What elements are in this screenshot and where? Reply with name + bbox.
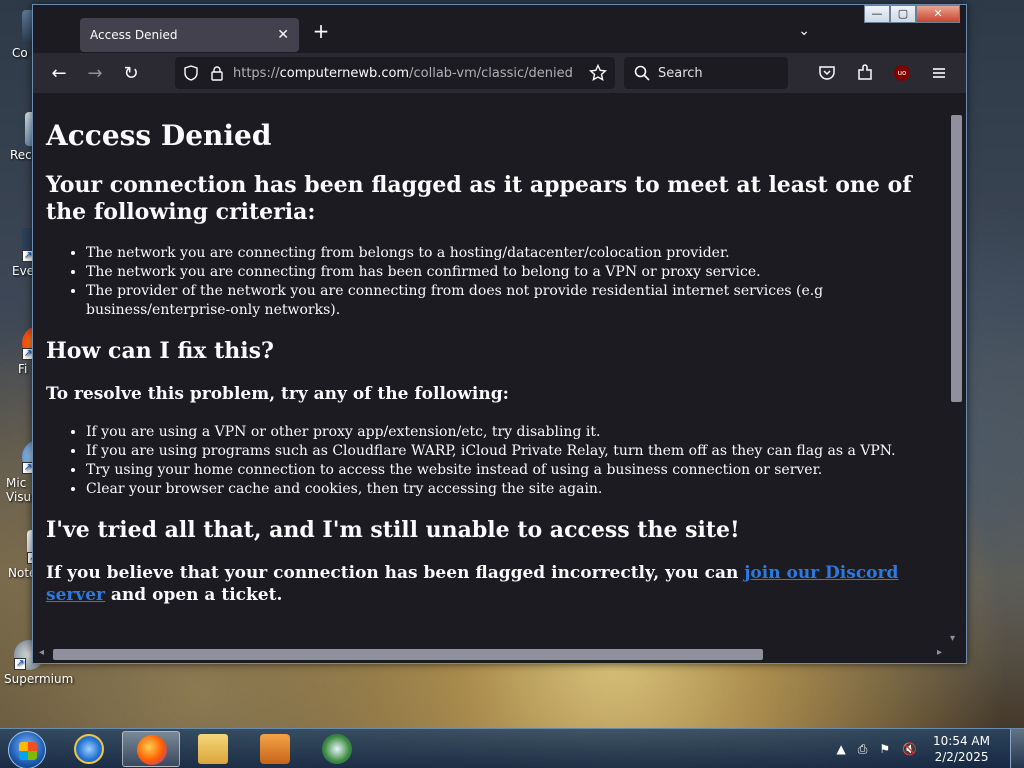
ticket-text-after: and open a ticket. xyxy=(105,585,283,605)
action-center-flag-icon[interactable]: ⚑ xyxy=(879,742,890,756)
lock-icon[interactable] xyxy=(209,65,225,81)
fixes-list: If you are using a VPN or other proxy ap… xyxy=(86,423,934,499)
list-item: Clear your browser cache and cookies, th… xyxy=(86,480,934,499)
search-placeholder: Search xyxy=(658,65,703,81)
media-player-icon xyxy=(260,734,290,764)
clock-date: 2/2/2025 xyxy=(934,750,989,764)
resolve-subheading: To resolve this problem, try any of the … xyxy=(46,384,509,404)
list-item: If you are using a VPN or other proxy ap… xyxy=(86,423,934,442)
globe-icon xyxy=(322,734,352,764)
criteria-list: The network you are connecting from belo… xyxy=(86,244,934,320)
list-item: The network you are connecting from belo… xyxy=(86,244,934,263)
ticket-paragraph: If you believe that your connection has … xyxy=(46,562,934,606)
url-bar[interactable]: https://computernewb.com/collab-vm/class… xyxy=(175,57,615,89)
start-button[interactable] xyxy=(8,731,46,768)
pocket-icon[interactable] xyxy=(818,64,836,82)
windows-logo-icon xyxy=(19,742,37,760)
vertical-scrollbar[interactable]: ▾ xyxy=(946,93,966,646)
taskbar: ▲ ⎙ ⚑ 🔇 10:54 AM 2/2/2025 xyxy=(0,728,1024,768)
tab-close-icon[interactable]: ✕ xyxy=(277,27,289,43)
volume-muted-icon[interactable]: 🔇 xyxy=(902,742,917,756)
clock-time: 10:54 AM xyxy=(933,734,990,748)
browser-window: — ▢ ✕ Access Denied ✕ + ⌄ ← → ↻ https://… xyxy=(32,4,967,664)
taskbar-internet-explorer[interactable] xyxy=(60,731,118,767)
url-host: computernewb.com xyxy=(279,65,410,81)
scroll-left-arrow-icon[interactable]: ◂ xyxy=(39,647,44,658)
show-hidden-icons-icon[interactable]: ▲ xyxy=(836,742,845,756)
taskbar-media-player[interactable] xyxy=(246,731,304,767)
network-icon[interactable]: ⎙ xyxy=(858,742,868,757)
tab-title: Access Denied xyxy=(90,28,178,42)
bookmark-star-icon[interactable] xyxy=(589,64,607,82)
folder-icon xyxy=(198,734,228,764)
horizontal-scrollbar[interactable]: ◂ ▸ xyxy=(36,645,946,663)
new-tab-button[interactable]: + xyxy=(311,19,331,43)
horizontal-scroll-thumb[interactable] xyxy=(53,649,763,660)
list-item: The provider of the network you are conn… xyxy=(86,282,934,320)
system-tray: ▲ ⎙ ⚑ 🔇 10:54 AM 2/2/2025 xyxy=(830,729,990,768)
taskbar-firefox[interactable] xyxy=(122,731,180,767)
page-title: Access Denied xyxy=(46,119,272,152)
scroll-down-arrow-icon[interactable]: ▾ xyxy=(950,633,955,644)
search-box[interactable]: Search xyxy=(624,57,788,89)
url-prefix: https:// xyxy=(233,65,280,81)
maximize-button[interactable]: ▢ xyxy=(890,5,916,23)
list-item: If you are using programs such as Cloudf… xyxy=(86,442,934,461)
url-path: /collab-vm/classic/denied.htm xyxy=(409,65,573,81)
ublock-origin-icon[interactable]: uo xyxy=(894,65,910,81)
back-arrow-icon[interactable]: ← xyxy=(41,63,77,84)
window-controls: — ▢ ✕ xyxy=(864,5,960,23)
shield-icon[interactable] xyxy=(183,65,199,81)
show-desktop-button[interactable] xyxy=(1010,729,1024,768)
reload-icon[interactable]: ↻ xyxy=(113,63,149,84)
close-window-button[interactable]: ✕ xyxy=(916,5,960,23)
extensions-icon[interactable] xyxy=(856,64,874,82)
title-bar[interactable]: — ▢ ✕ Access Denied ✕ + ⌄ xyxy=(33,5,966,53)
taskbar-network-app[interactable] xyxy=(308,731,366,767)
fix-heading: How can I fix this? xyxy=(46,338,274,364)
navigation-toolbar: ← → ↻ https://computernewb.com/collab-vm… xyxy=(33,53,966,93)
list-item: Try using your home connection to access… xyxy=(86,461,934,480)
ticket-text-before: If you believe that your connection has … xyxy=(46,563,745,583)
taskbar-file-explorer[interactable] xyxy=(184,731,242,767)
shortcut-arrow-icon: ↗ xyxy=(14,658,26,670)
forward-arrow-icon[interactable]: → xyxy=(77,63,113,84)
url-text[interactable]: https://computernewb.com/collab-vm/class… xyxy=(233,66,573,81)
search-icon xyxy=(634,65,650,81)
internet-explorer-icon xyxy=(74,734,104,764)
minimize-button[interactable]: — xyxy=(864,5,890,23)
clock[interactable]: 10:54 AM 2/2/2025 xyxy=(933,733,990,765)
flagged-heading: Your connection has been flagged as it a… xyxy=(46,172,912,225)
hamburger-menu-icon[interactable] xyxy=(930,64,948,82)
vertical-scroll-thumb[interactable] xyxy=(951,115,962,402)
tab-list-chevron-icon[interactable]: ⌄ xyxy=(798,23,810,39)
toolbar-right-icons: uo xyxy=(808,53,958,93)
list-item: The network you are connecting from has … xyxy=(86,263,934,282)
scroll-right-arrow-icon[interactable]: ▸ xyxy=(937,647,942,658)
tab-access-denied[interactable]: Access Denied ✕ xyxy=(80,18,299,52)
desktop-icon-label: Supermium xyxy=(4,672,74,686)
page-content: Access Denied Your connection has been f… xyxy=(36,93,944,646)
tried-heading: I've tried all that, and I'm still unabl… xyxy=(46,517,740,543)
firefox-icon xyxy=(137,735,167,765)
